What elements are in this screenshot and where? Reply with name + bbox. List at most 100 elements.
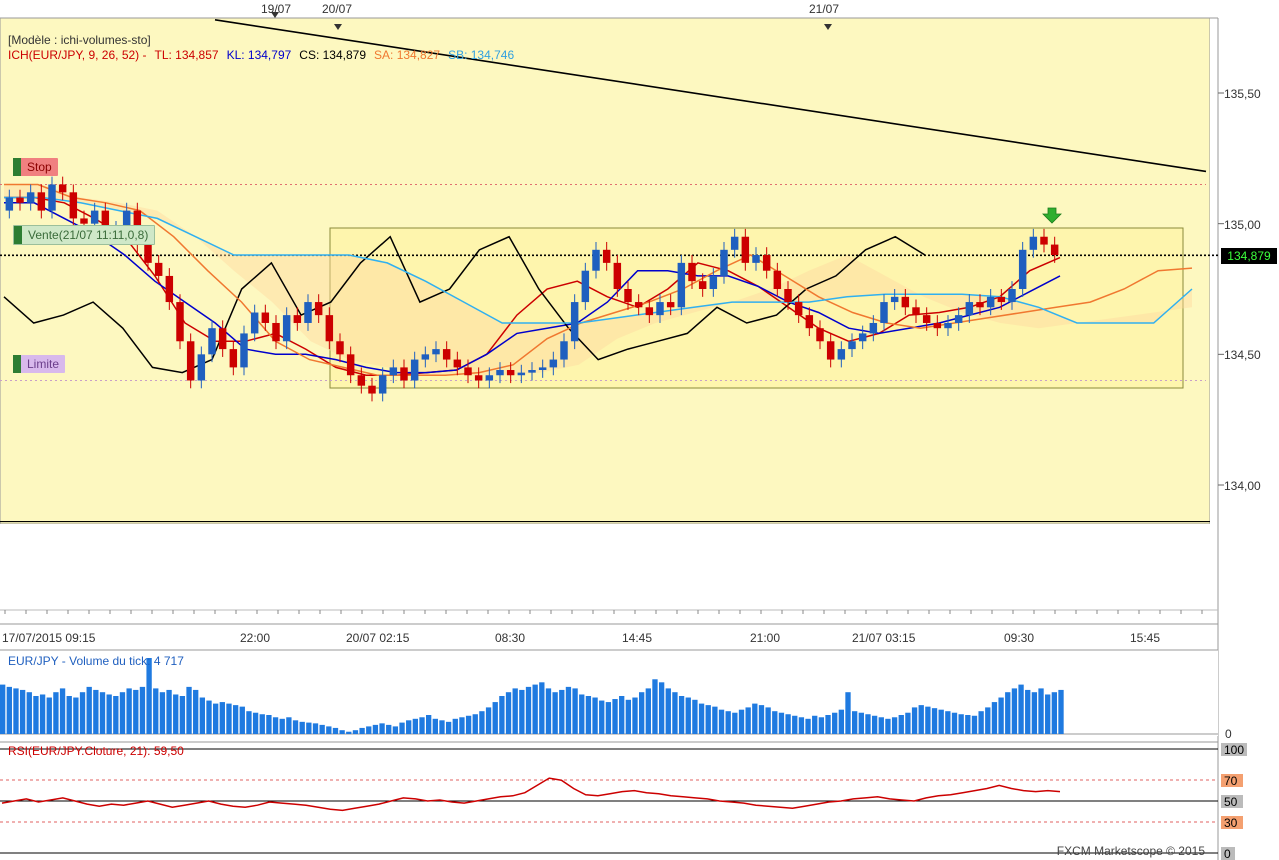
volume-bar bbox=[652, 679, 658, 734]
rsi-tick-50: 50 bbox=[1224, 795, 1238, 809]
rsi-tick-30: 30 bbox=[1224, 816, 1238, 830]
volume-bar bbox=[565, 686, 572, 734]
volume-bar bbox=[665, 688, 671, 734]
volume-bar bbox=[632, 697, 638, 734]
candle-body bbox=[976, 302, 984, 308]
candle-body bbox=[336, 341, 344, 355]
volume-bar bbox=[33, 696, 39, 734]
candle-body bbox=[453, 359, 462, 368]
volume-bar bbox=[499, 696, 505, 734]
candle-body bbox=[69, 192, 78, 219]
volume-bar bbox=[232, 705, 239, 734]
candle-body bbox=[901, 296, 910, 308]
volume-bar bbox=[272, 717, 279, 734]
volume-bar bbox=[206, 700, 212, 734]
candle-body bbox=[48, 184, 56, 211]
time-tick-5: 21:00 bbox=[750, 631, 780, 645]
indicator-legend: [Modèle : ichi-volumes-sto] ICH(EUR/JPY,… bbox=[8, 33, 522, 63]
candle-body bbox=[773, 270, 782, 289]
candle-body bbox=[272, 322, 280, 342]
candle-body bbox=[5, 197, 14, 211]
candle-body bbox=[58, 184, 67, 193]
candle-body bbox=[858, 333, 867, 342]
candle-body bbox=[666, 302, 675, 308]
candle-body bbox=[176, 302, 184, 342]
candle-body bbox=[730, 236, 739, 250]
volume-bar bbox=[479, 711, 485, 734]
volume-bar bbox=[139, 686, 146, 734]
volume-bar bbox=[931, 708, 938, 734]
candle-body bbox=[528, 370, 536, 373]
current-price-flag: 134,879 bbox=[1221, 248, 1277, 264]
rsi-legend: RSI(EUR/JPY.Cloture, 21): 59,50 bbox=[8, 744, 184, 758]
legend-tl: TL: 134,857 bbox=[154, 48, 219, 62]
time-tick-1: 22:00 bbox=[240, 631, 270, 645]
candle-body bbox=[656, 302, 664, 316]
volume-bar bbox=[545, 688, 552, 734]
ichimoku-values: ICH(EUR/JPY, 9, 26, 52) - TL: 134,857 KL: … bbox=[8, 48, 522, 63]
volume-bar bbox=[445, 721, 452, 734]
candle-body bbox=[549, 359, 558, 368]
candle-body bbox=[592, 249, 600, 271]
volume-bar bbox=[465, 715, 472, 734]
volume-bar bbox=[1011, 688, 1018, 734]
candle-body bbox=[165, 275, 174, 303]
volume-bar bbox=[505, 692, 512, 734]
volume-bar bbox=[625, 699, 632, 734]
volume-bar bbox=[752, 703, 758, 734]
time-tick-4: 14:45 bbox=[622, 631, 652, 645]
price-tick-13500: 135,00 bbox=[1224, 218, 1261, 232]
volume-bar bbox=[306, 722, 312, 734]
candle-body bbox=[880, 302, 888, 323]
volume-bar bbox=[459, 717, 465, 734]
candle-body bbox=[645, 307, 654, 316]
legend-kl: KL: 134,797 bbox=[226, 48, 292, 62]
volume-bar bbox=[213, 703, 219, 734]
volume-bar bbox=[126, 688, 132, 734]
time-axis: 17/07/2015 09:15 22:00 20/07 02:15 08:30… bbox=[2, 631, 1160, 645]
volume-bar bbox=[26, 692, 32, 734]
time-tick-3: 08:30 bbox=[495, 631, 525, 645]
legend-cs: CS: 134,879 bbox=[299, 48, 367, 62]
volume-bar bbox=[978, 711, 984, 734]
volume-bar bbox=[86, 686, 92, 734]
candle-body bbox=[965, 302, 974, 316]
main-plot-lower bbox=[0, 524, 1210, 610]
watermark: FXCM Marketscope © 2015 bbox=[1056, 844, 1205, 858]
candle-body bbox=[624, 289, 632, 303]
volume-bar bbox=[911, 707, 918, 734]
volume-bar bbox=[419, 717, 425, 734]
volume-bar bbox=[352, 730, 359, 734]
candle-body bbox=[293, 315, 302, 323]
volume-bar bbox=[712, 706, 718, 734]
candle-body bbox=[197, 354, 206, 381]
volume-bar bbox=[1038, 688, 1044, 734]
volume-bar bbox=[951, 712, 958, 734]
volume-bar bbox=[113, 696, 119, 734]
volume-bar bbox=[133, 689, 139, 734]
candle-body bbox=[410, 359, 419, 381]
volume-bar bbox=[13, 688, 19, 734]
candle-body bbox=[805, 315, 814, 329]
volume-bar bbox=[59, 688, 66, 734]
volume-bar bbox=[572, 688, 578, 734]
candle-body bbox=[346, 354, 355, 376]
limit-order-tag[interactable]: Limite bbox=[13, 355, 66, 373]
volume-bar bbox=[332, 727, 339, 734]
volume-bar bbox=[965, 715, 971, 734]
candle-body bbox=[954, 315, 963, 323]
volume-bar bbox=[146, 658, 152, 734]
volume-bar bbox=[239, 706, 245, 734]
volume-bar bbox=[1018, 684, 1024, 734]
candle-body bbox=[816, 328, 824, 342]
candle-body bbox=[837, 349, 846, 360]
volume-bar bbox=[246, 711, 252, 734]
stop-order-tag[interactable]: Stop bbox=[13, 158, 58, 176]
volume-bar bbox=[985, 707, 991, 734]
volume-bar bbox=[519, 689, 525, 734]
sell-order-tag[interactable]: Vente(21/07 11:11,0,8) bbox=[13, 225, 156, 245]
volume-bar bbox=[698, 703, 705, 734]
candle-body bbox=[282, 315, 291, 342]
candle-body bbox=[1008, 289, 1016, 303]
volume-bar bbox=[605, 702, 612, 734]
